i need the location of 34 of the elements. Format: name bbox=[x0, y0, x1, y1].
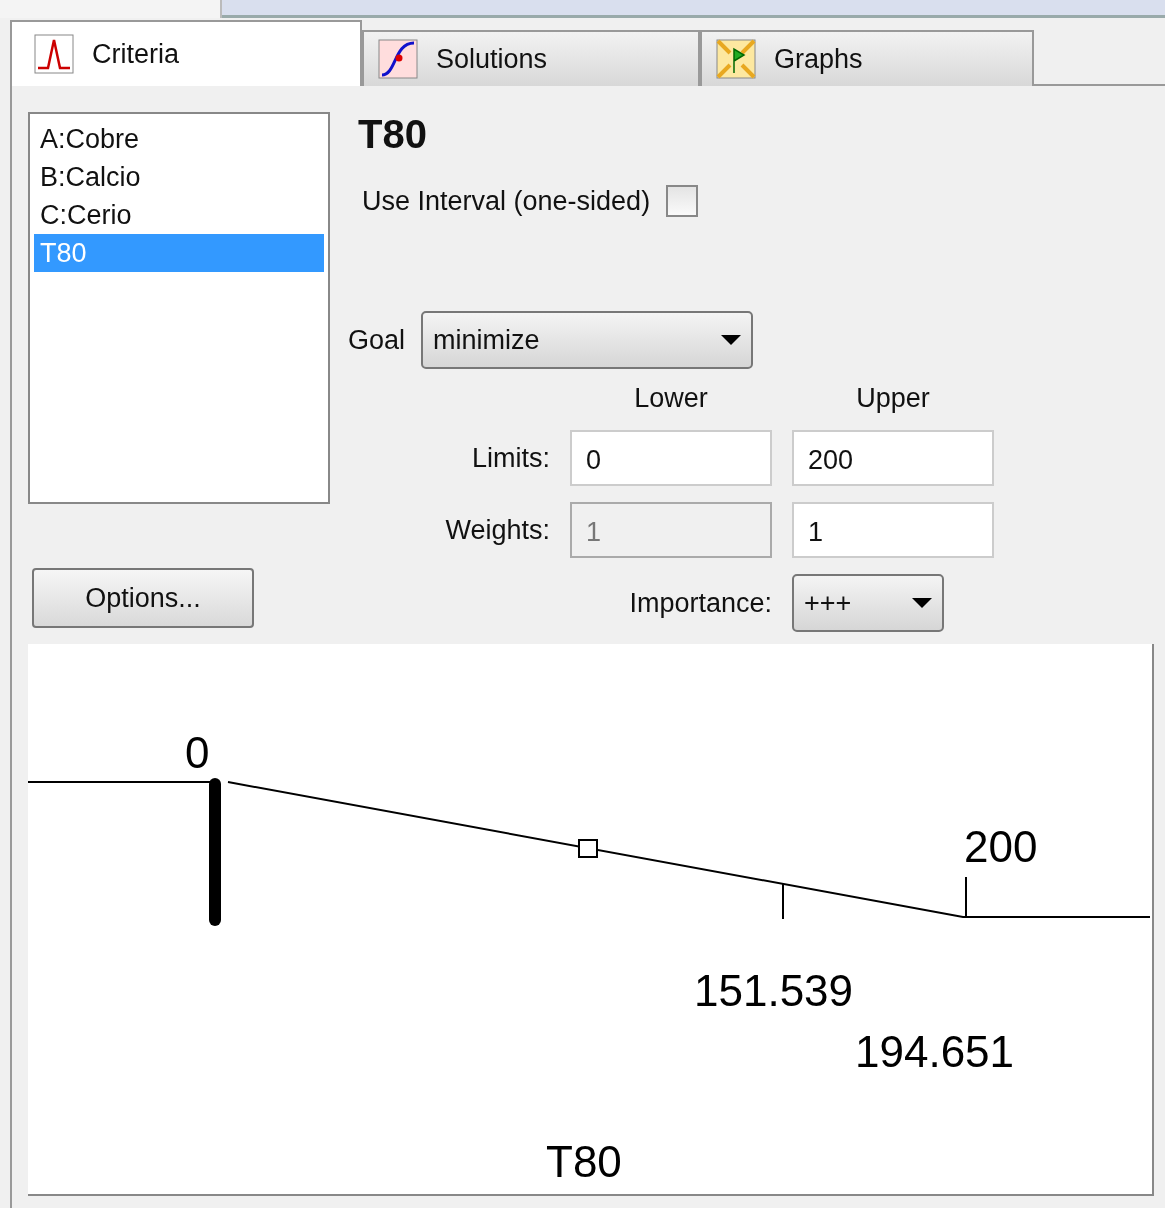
row-label: Weights: bbox=[444, 514, 550, 546]
tick-mark bbox=[782, 883, 784, 920]
list-item[interactable]: C:Cerio bbox=[34, 196, 324, 234]
marker-value-label: 151.539 bbox=[694, 966, 854, 1015]
input-field[interactable]: 0 bbox=[570, 430, 772, 486]
importance-dropdown[interactable]: +++ bbox=[792, 574, 944, 632]
goal-dropdown[interactable]: minimize bbox=[421, 311, 754, 369]
tick-mark bbox=[965, 876, 967, 918]
tab[interactable]: Solutions bbox=[362, 30, 700, 86]
options-button[interactable]: Options... bbox=[32, 568, 254, 628]
importance-label: Importance: bbox=[628, 587, 772, 619]
list-item[interactable]: B:Calcio bbox=[34, 158, 324, 196]
tab[interactable]: Graphs bbox=[700, 30, 1034, 86]
input-field[interactable]: 200 bbox=[792, 430, 994, 486]
caret-icon bbox=[721, 335, 742, 345]
interval-label: Use Interval (one-sided) bbox=[362, 185, 651, 217]
peak-chart-icon bbox=[34, 34, 74, 74]
map-flag-icon bbox=[716, 39, 756, 79]
s-curve-icon bbox=[378, 39, 418, 79]
value-marker bbox=[578, 839, 598, 858]
caret-icon bbox=[912, 598, 932, 608]
checkbox[interactable] bbox=[666, 185, 699, 217]
axis-title: T80 bbox=[546, 1137, 622, 1186]
row-label: Limits: bbox=[471, 442, 550, 474]
list-item[interactable]: A:Cobre bbox=[34, 120, 324, 158]
column-header: Upper bbox=[855, 383, 931, 414]
input-field[interactable]: 1 bbox=[792, 502, 994, 558]
lower-value-label: 0 bbox=[185, 728, 210, 777]
goal-label: Goal bbox=[348, 324, 406, 356]
current-value-label: 194.651 bbox=[855, 1027, 1015, 1076]
column-header: Lower bbox=[633, 383, 709, 414]
criterion-title: T80 bbox=[358, 112, 428, 157]
upper-value-label: 200 bbox=[964, 822, 1038, 871]
tab[interactable]: Criteria bbox=[10, 20, 362, 86]
